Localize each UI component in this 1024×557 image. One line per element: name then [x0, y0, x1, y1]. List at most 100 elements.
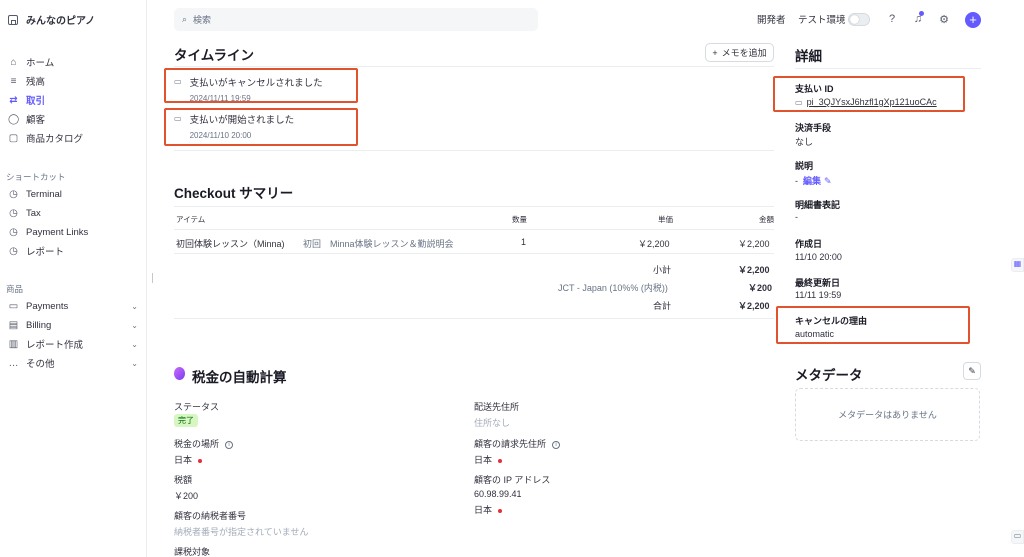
ip-address-label: 顧客の IP アドレス: [474, 475, 551, 485]
account-switcher[interactable]: みんなのピアノ: [8, 12, 95, 27]
clock-icon: ◷: [9, 226, 18, 238]
statement-descriptor-label: 明細書表記: [795, 200, 841, 210]
line-item-unit-price: ￥2,200: [638, 239, 670, 249]
sidebar-item-transactions[interactable]: ⇄ 取引: [8, 93, 138, 108]
metadata-title: メタデータ: [795, 368, 863, 383]
shipping-address-label: 配送先住所: [474, 402, 520, 412]
tax-amount-label: 税額: [174, 475, 193, 485]
sidebar-item-reporting[interactable]: ▥ レポート作成 ⌄: [8, 337, 138, 352]
sidebar-item-terminal[interactable]: ◷ Terminal: [8, 187, 138, 201]
sidebar-item-balances[interactable]: ≡ 残高: [8, 74, 138, 89]
sidebar-item-label: レポート: [26, 247, 65, 258]
sidebar-item-payment-links[interactable]: ◷ Payment Links: [8, 225, 138, 239]
details-title: 詳細: [795, 49, 822, 64]
sidebar-item-reports[interactable]: ◷ レポート: [8, 244, 138, 259]
billing-address-text: 日本: [474, 455, 493, 465]
checkout-summary-title: Checkout サマリー: [174, 186, 294, 201]
tax-amount-value: ￥200: [174, 491, 199, 501]
chevron-down-icon: ⌄: [131, 358, 138, 368]
tax-location-label-text: 税金の場所: [174, 439, 220, 449]
chevron-down-icon: ⌄: [131, 301, 138, 311]
chevron-down-icon: ⌄: [131, 320, 138, 330]
timeline-title: タイムライン: [174, 48, 255, 63]
sidebar-item-label: その他: [26, 359, 55, 370]
sidebar: みんなのピアノ ⌂ ホーム ≡ 残高 ⇄ 取引 ◯ 顧客 ▢ 商品カタログ ショ…: [0, 0, 147, 557]
sidebar-item-more[interactable]: … その他 ⌄: [8, 356, 139, 371]
add-memo-button[interactable]: + メモを追加: [705, 43, 774, 62]
tax-id-value: 納税者番号が指定されていません: [174, 527, 309, 537]
ip-country-text: 日本: [474, 505, 493, 515]
grid-icon: ▦: [1013, 259, 1022, 268]
sidebar-item-home[interactable]: ⌂ ホーム: [8, 55, 138, 70]
divider: [174, 66, 774, 67]
invoice-icon: ▤: [8, 319, 19, 331]
created-label: 作成日: [795, 239, 823, 249]
billing-address-value: 日本: [474, 453, 503, 466]
search-input[interactable]: ⌕ 検索: [174, 8, 538, 31]
gear-icon[interactable]: ⚙: [937, 12, 951, 26]
subtotal-value: ￥2,200: [738, 265, 770, 275]
sidebar-item-label: 商品カタログ: [26, 134, 84, 145]
card-icon: ▭: [8, 300, 19, 312]
collapse-panel-toggle[interactable]: ▭: [1011, 530, 1024, 544]
total-label: 合計: [653, 301, 672, 311]
pencil-icon: ✎: [824, 176, 832, 186]
tax-location-label: 税金の場所 i: [174, 437, 234, 450]
col-header-item: アイテム: [176, 215, 206, 224]
payment-method-value: なし: [795, 137, 814, 147]
home-icon: ⌂: [10, 56, 17, 68]
description-label: 説明: [795, 161, 814, 171]
search-placeholder: 検索: [193, 15, 212, 25]
description-text: -: [795, 176, 798, 186]
divider: [795, 68, 981, 69]
highlight-box: [164, 68, 358, 103]
payment-method-label: 決済手段: [795, 123, 832, 133]
col-header-amount: 金額: [759, 215, 774, 224]
sidebar-item-product-catalog[interactable]: ▢ 商品カタログ: [8, 131, 138, 146]
info-icon[interactable]: i: [225, 440, 234, 449]
status-badge: 完了: [174, 414, 198, 427]
tax-line-value: ￥200: [748, 283, 773, 293]
tax-section-title: 税金の自動計算: [192, 370, 287, 385]
help-icon[interactable]: ?: [885, 12, 899, 26]
clock-icon: ◷: [9, 188, 18, 200]
sidebar-item-label: 顧客: [26, 115, 46, 126]
search-icon: ⌕: [182, 14, 188, 24]
panel-icon: ▭: [1013, 531, 1022, 540]
sidebar-resize-handle[interactable]: [152, 273, 153, 283]
divider: [174, 318, 774, 319]
apps-panel-toggle[interactable]: ▦: [1011, 258, 1024, 272]
line-item-amount: ￥2,200: [738, 239, 770, 249]
taxable-label: 課税対象: [174, 547, 211, 557]
japan-flag-icon: [198, 458, 203, 463]
billing-address-label: 顧客の請求先住所 i: [474, 437, 561, 450]
divider: [174, 150, 774, 151]
balance-icon: ≡: [10, 75, 17, 87]
edit-description-link[interactable]: 編集: [803, 176, 821, 186]
line-item-description: 初回 Minna体験レッスン＆勤説明会: [303, 239, 454, 249]
sidebar-item-label: Payments: [26, 300, 69, 312]
test-mode-toggle[interactable]: [848, 13, 870, 26]
tax-status-label: ステータス: [174, 402, 220, 412]
line-item-name: 初回体験レッスン（Minna): [176, 239, 285, 249]
clock-icon: ◷: [9, 207, 18, 219]
ip-address-value: 60.98.99.41: [474, 489, 522, 499]
more-icon: …: [8, 357, 19, 369]
create-button[interactable]: +: [965, 12, 981, 28]
sidebar-item-payments[interactable]: ▭ Payments ⌄: [8, 299, 138, 313]
edit-metadata-button[interactable]: ✎: [963, 362, 981, 380]
box-icon: ▢: [8, 132, 19, 144]
sidebar-item-billing[interactable]: ▤ Billing ⌄: [8, 318, 138, 332]
divider: [174, 229, 774, 230]
japan-flag-icon: [498, 458, 503, 463]
divider: [174, 206, 774, 207]
description-value: - 編集 ✎: [795, 174, 832, 187]
line-item-qty: 1: [521, 237, 527, 247]
info-icon[interactable]: i: [552, 440, 561, 449]
pencil-icon: ✎: [968, 365, 976, 376]
sidebar-item-customers[interactable]: ◯ 顧客: [8, 112, 138, 127]
total-value: ￥2,200: [738, 301, 770, 311]
tax-id-label: 顧客の納税者番号: [174, 511, 247, 521]
developers-link[interactable]: 開発者: [757, 12, 786, 26]
sidebar-item-tax[interactable]: ◷ Tax: [8, 206, 138, 220]
